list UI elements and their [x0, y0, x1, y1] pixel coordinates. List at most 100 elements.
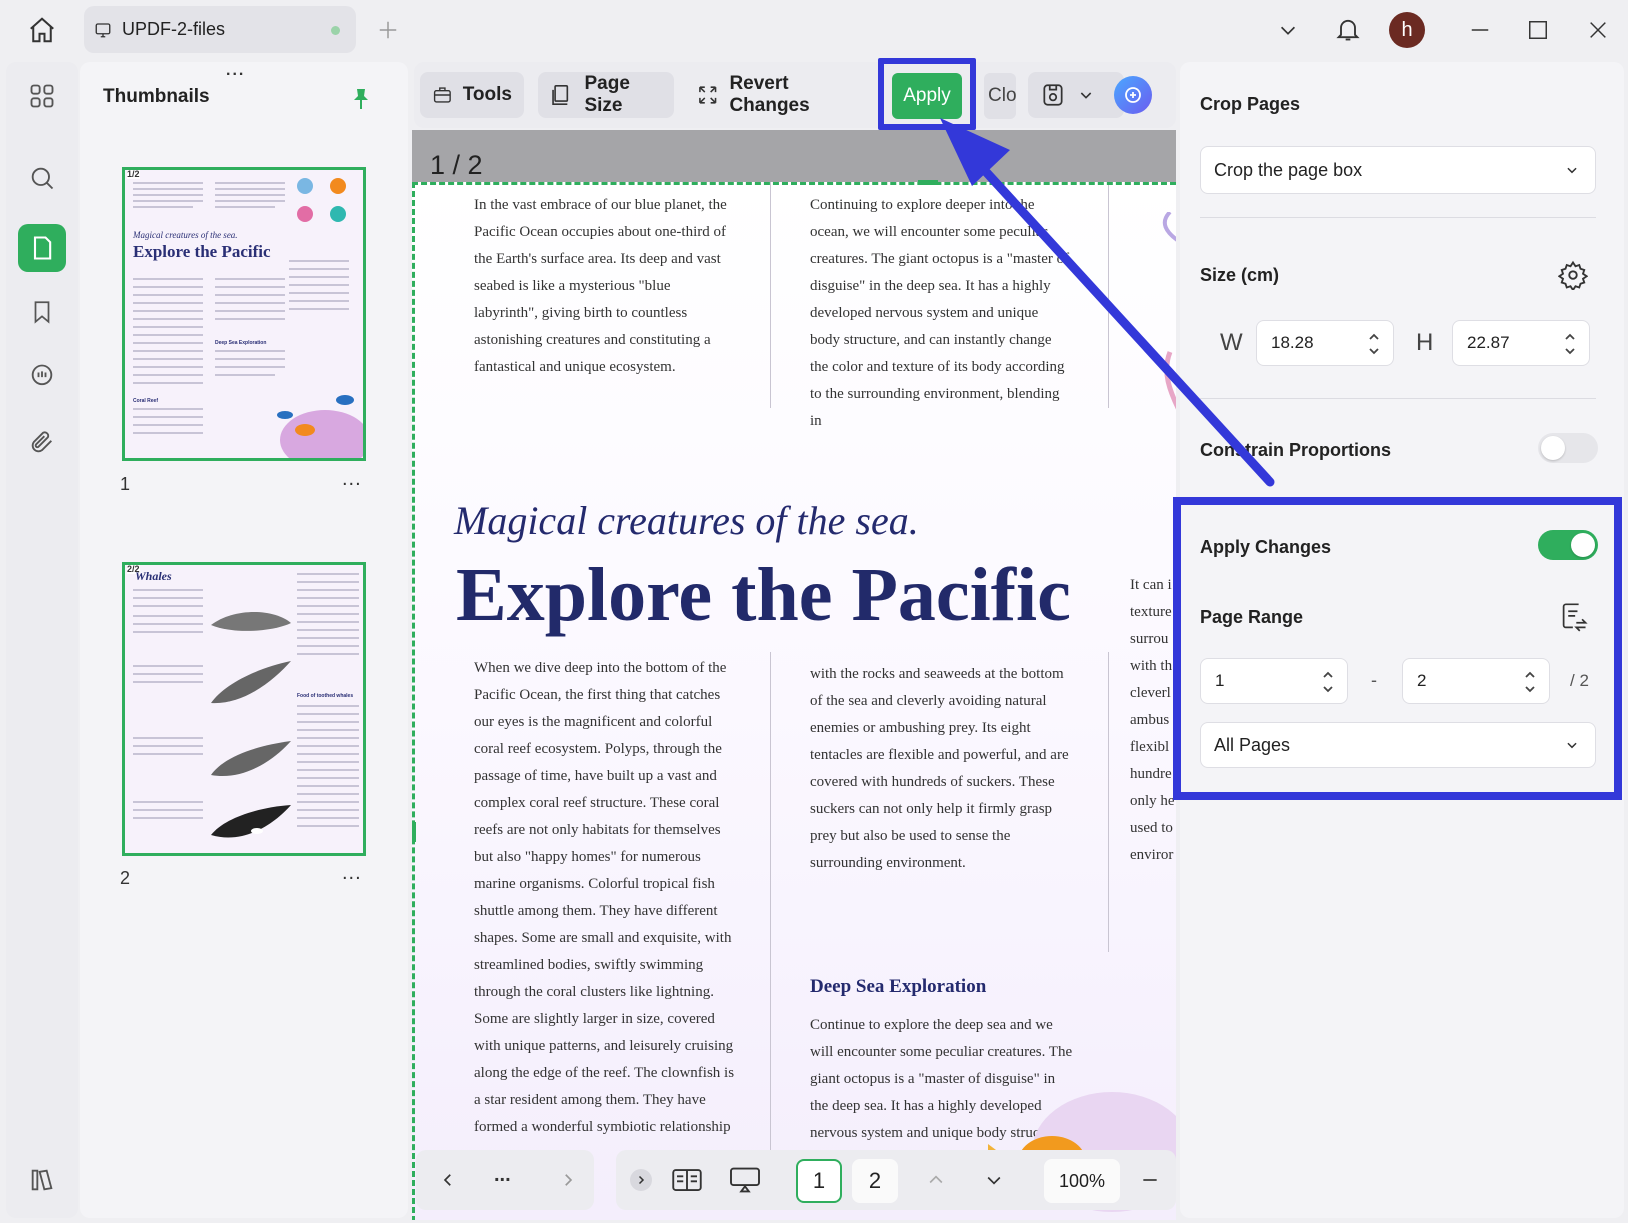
crop-toolbar: Tools Page Size Revert Changes [414, 62, 1176, 128]
save-icon [1043, 84, 1063, 106]
maximize-icon[interactable] [1524, 16, 1552, 44]
presentation-icon[interactable] [728, 1164, 762, 1196]
page-size-icon [552, 85, 569, 105]
thumbnail-page-1[interactable]: 1/2 Magical creatures of the sea. Explor… [122, 167, 366, 461]
clipped-text-line: enviror [1130, 847, 1174, 863]
apply-changes-highlight-box [1173, 497, 1622, 800]
page-header-strip: 1 / 2 [412, 130, 1176, 182]
clipped-text-line: only he [1130, 793, 1175, 809]
crop-handle[interactable] [412, 822, 416, 842]
thumbnail-script: Magical creatures of the sea. [133, 230, 238, 240]
coral-decoration [1162, 212, 1176, 410]
crop-pages-title: Crop Pages [1200, 94, 1301, 114]
crop-boundary-left[interactable] [412, 182, 415, 1220]
thumbnails-title: Thumbnails [103, 86, 210, 107]
text-col3-clipped: It can i texture surrou with th cleverl ambus… [1130, 572, 1176, 869]
clipped-text-line: cleverl [1130, 685, 1171, 701]
spinner-icon[interactable] [1563, 329, 1577, 359]
bookmark-icon[interactable] [18, 288, 66, 336]
thumbnail-page-tag: 1/2 [127, 169, 140, 179]
page-indicator: 1 / 2 [430, 150, 483, 180]
minimize-icon[interactable] [1466, 16, 1494, 44]
apply-highlight-box [878, 58, 976, 130]
pdf-page[interactable]: In the vast embrace of our blue planet, … [412, 182, 1176, 1220]
shell-illustration [297, 178, 346, 222]
page-nav-left: ... [416, 1150, 594, 1210]
height-label: H [1416, 329, 1434, 356]
thumbnail-label-1: 1 [120, 474, 131, 494]
chevron-down-icon[interactable] [1274, 16, 1302, 44]
comment-icon[interactable] [18, 352, 66, 400]
left-rail [6, 62, 78, 1218]
attachment-icon[interactable] [18, 418, 66, 466]
grid-view-icon[interactable] [18, 72, 66, 120]
chevron-down-icon[interactable] [980, 1166, 1008, 1194]
page-subtitle: Magical creatures of the sea. [454, 498, 919, 543]
save-menu[interactable] [1028, 72, 1124, 118]
clipped-text-line: used to [1130, 820, 1173, 836]
new-tab-plus-icon[interactable] [374, 16, 402, 44]
thumbnail-more-icon[interactable]: ... [342, 862, 362, 885]
gear-icon[interactable] [1556, 258, 1590, 292]
clipped-text-line: with th [1130, 658, 1173, 674]
spinner-icon[interactable] [1367, 329, 1381, 359]
library-icon[interactable] [18, 1156, 66, 1204]
height-input[interactable]: 22.87 [1452, 320, 1590, 366]
column-divider [1108, 652, 1109, 952]
expand-arrow-icon[interactable] [630, 1169, 652, 1191]
column-divider [770, 652, 771, 1172]
clipped-text-line: ambus [1130, 712, 1170, 728]
clipped-text-line: It can i [1130, 577, 1172, 593]
home-icon[interactable] [24, 12, 60, 48]
document-tab-icon [94, 21, 112, 39]
width-input[interactable]: 18.28 [1256, 320, 1394, 366]
unsaved-indicator [331, 26, 340, 35]
zoom-level[interactable]: 100% [1044, 1159, 1120, 1203]
crop-mode-select[interactable]: Crop the page box [1200, 146, 1596, 194]
avatar[interactable]: h [1389, 12, 1425, 48]
tools-button[interactable]: Tools [420, 72, 524, 118]
bell-icon[interactable] [1332, 12, 1364, 46]
document-tab[interactable]: UPDF-2-files [84, 6, 356, 53]
clipped-text-line: surrou [1130, 631, 1169, 647]
chevron-left-icon[interactable] [434, 1166, 462, 1194]
crop-boundary-top[interactable] [412, 182, 1176, 185]
coral-illustration [277, 395, 363, 458]
chevron-down-icon [1080, 92, 1092, 99]
more-icon[interactable]: ... [494, 1164, 511, 1187]
column-divider [770, 182, 771, 408]
page-button-2[interactable]: 2 [852, 1159, 898, 1203]
page-size-button[interactable]: Page Size [538, 72, 674, 118]
page-title: Explore the Pacific [456, 553, 1071, 637]
title-bar: UPDF-2-files h [0, 0, 1628, 60]
chevron-up-icon[interactable] [922, 1166, 950, 1194]
page-button-1[interactable]: 1 [796, 1159, 842, 1203]
reading-mode-icon[interactable] [670, 1164, 704, 1196]
width-label: W [1220, 329, 1243, 356]
revert-changes-button[interactable]: Revert Changes [684, 72, 872, 118]
close-window-icon[interactable] [1584, 16, 1612, 44]
constrain-proportions-toggle[interactable] [1538, 433, 1598, 463]
zoom-out-icon[interactable] [1136, 1166, 1164, 1194]
chevron-right-icon[interactable] [554, 1166, 582, 1194]
thumbnails-panel: ... Thumbnails 1/2 Magical creatures of … [80, 62, 408, 1218]
document-view[interactable]: 1 / 2 In the vast embrace of our blue pl… [412, 130, 1176, 1220]
page-nav-right: 1 2 100% [616, 1150, 1176, 1210]
ai-assistant-icon[interactable] [1114, 76, 1152, 114]
panel-drag-handle[interactable]: ... [226, 62, 245, 80]
thumbnail-small-heading: Food of toothed whales [297, 693, 354, 699]
thumbnail-more-icon[interactable]: ... [342, 468, 362, 491]
text-col2-bottom: with the rocks and seaweeds at the botto… [810, 666, 1069, 871]
thumbnail-page-2[interactable]: 2/2 Whales Food of toothed whales [122, 562, 366, 856]
thumbnail-heading: Explore the Pacific [133, 242, 271, 261]
chevron-down-icon [1567, 167, 1577, 174]
page-organize-icon[interactable] [18, 224, 66, 272]
close-button[interactable]: Close [984, 73, 1016, 119]
text-col1-top: In the vast embrace of our blue planet, … [474, 197, 727, 375]
crop-handle[interactable] [918, 180, 938, 185]
search-icon[interactable] [18, 154, 66, 202]
clipped-text-line: flexibl [1130, 739, 1170, 755]
thumbnail-small-heading: Deep Sea Exploration [215, 340, 267, 346]
thumbnail-small-heading-2: Coral Reef [133, 398, 159, 404]
pin-icon[interactable] [348, 84, 374, 114]
